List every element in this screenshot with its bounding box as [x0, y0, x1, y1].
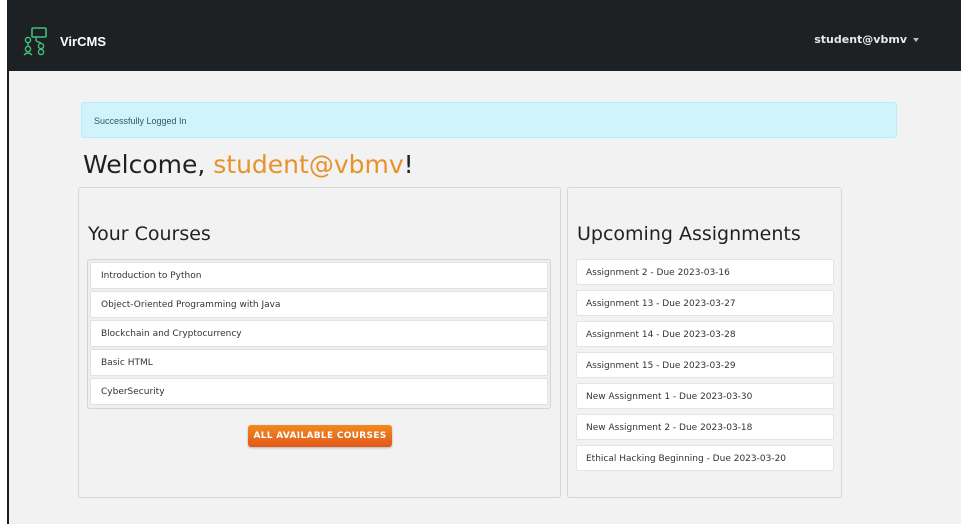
course-item[interactable]: Blockchain and Cryptocurrency	[90, 320, 548, 347]
courses-title: Your Courses	[88, 223, 211, 245]
assignment-item[interactable]: New Assignment 2 - Due 2023-03-18	[576, 414, 834, 440]
assignments-title: Upcoming Assignments	[577, 223, 801, 245]
upcoming-assignments-panel: Upcoming Assignments Assignment 2 - Due …	[567, 187, 842, 498]
welcome-suffix: !	[403, 150, 414, 179]
user-email[interactable]: student@vbmv	[814, 33, 907, 46]
caret-down-icon[interactable]	[913, 37, 919, 42]
assignment-item[interactable]: Assignment 13 - Due 2023-03-27	[576, 290, 834, 316]
course-item[interactable]: CyberSecurity	[90, 378, 548, 405]
course-item[interactable]: Introduction to Python	[90, 262, 548, 289]
assignment-item[interactable]: Assignment 2 - Due 2023-03-16	[576, 259, 834, 285]
assignments-list: Assignment 2 - Due 2023-03-16 Assignment…	[576, 259, 834, 476]
user-menu-dropdown[interactable]: student@vbmv	[814, 33, 919, 46]
assignment-item[interactable]: Assignment 15 - Due 2023-03-29	[576, 352, 834, 378]
courses-list: Introduction to Python Object-Oriented P…	[87, 259, 551, 409]
welcome-heading: Welcome, student@vbmv!	[83, 150, 414, 179]
your-courses-panel: Your Courses Introduction to Python Obje…	[78, 187, 561, 498]
course-item[interactable]: Basic HTML	[90, 349, 548, 376]
assignment-item[interactable]: Ethical Hacking Beginning - Due 2023-03-…	[576, 445, 834, 471]
course-item[interactable]: Object-Oriented Programming with Java	[90, 291, 548, 318]
all-available-courses-button[interactable]: ALL AVAILABLE COURSES	[248, 425, 392, 447]
assignment-item[interactable]: Assignment 14 - Due 2023-03-28	[576, 321, 834, 347]
welcome-prefix: Welcome,	[83, 150, 214, 179]
navbar: VirCMS student@vbmv	[9, 0, 961, 71]
welcome-username: student@vbmv	[213, 150, 404, 179]
brand-title[interactable]: VirCMS	[60, 34, 106, 49]
network-nodes-icon[interactable]	[23, 27, 49, 57]
assignment-item[interactable]: New Assignment 1 - Due 2023-03-30	[576, 383, 834, 409]
alert-message: Successfully Logged In	[94, 116, 187, 126]
login-success-alert: Successfully Logged In	[81, 102, 897, 138]
